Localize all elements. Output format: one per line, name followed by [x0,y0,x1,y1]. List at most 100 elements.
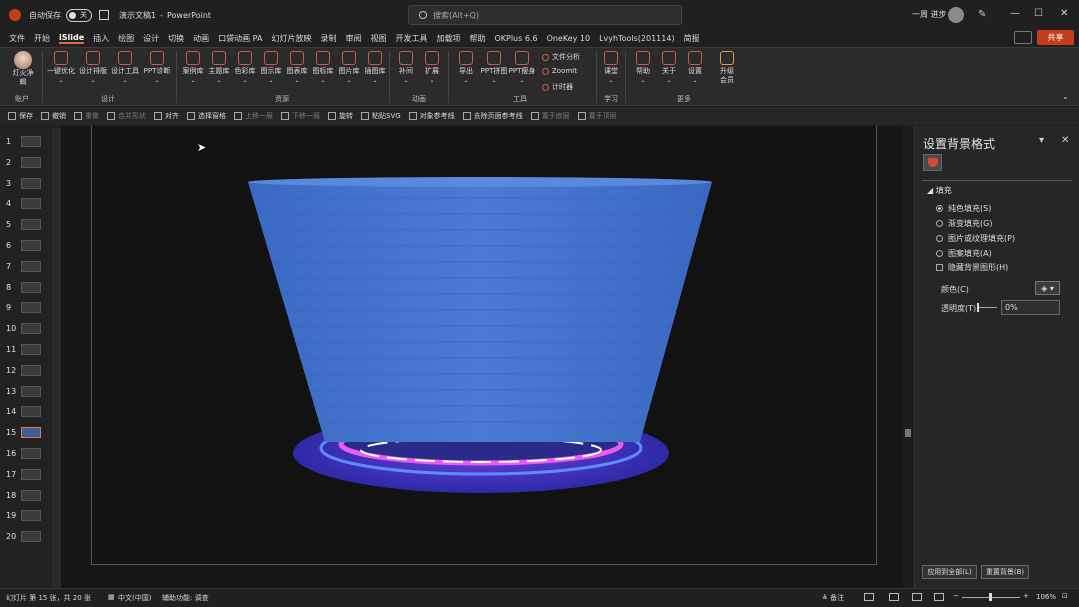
canvas-scrollbar[interactable] [903,126,913,588]
thumbnail-20[interactable]: 20 [0,529,52,547]
reading-view-icon[interactable] [912,593,922,601]
picture-fill-radio[interactable]: 图片或纹理填充(P) [936,233,1015,244]
notes-button[interactable]: ≜ 备注 [822,593,844,603]
slideshow-icon[interactable] [934,593,944,601]
menu-18[interactable]: LvyhTools(201114) [599,34,674,43]
thumbnail-image[interactable] [21,385,41,397]
settings-button[interactable]: 设置 ⌄ [680,51,710,85]
optimize-button[interactable]: 一键优化 ⌄ [46,51,76,85]
thumbnail-16[interactable]: 16 [0,446,52,464]
minimize-icon[interactable]: — [1010,8,1020,19]
layout-button[interactable]: 设计排版 ⌄ [78,51,108,85]
fit-slide-icon[interactable]: ⊡ [1062,592,1068,600]
thumbnail-image[interactable] [21,219,41,231]
extend-button[interactable]: 扩展 ⌄ [417,51,447,85]
zoom-level[interactable]: 106% [1036,593,1056,601]
thumbnail-image[interactable] [21,489,41,501]
thumbnail-image[interactable] [21,281,41,293]
menu-14[interactable]: 加载项 [436,33,460,44]
comment-icon[interactable] [1014,31,1032,44]
fill-section-header[interactable]: ◢ 填充 [927,185,952,196]
zoomit-button[interactable]: ZoomIt [542,67,577,75]
thumbnail-image[interactable] [21,510,41,522]
file-analysis-button[interactable]: 文件分析 [542,52,580,62]
thumbnail-11[interactable]: 11 [0,342,52,360]
color-picker-button[interactable]: ◈ ▾ [1035,281,1060,295]
thumbnail-5[interactable]: 5 [0,217,52,235]
thumbnail-image[interactable] [21,468,41,480]
autosave-toggle[interactable]: 关 [66,8,92,22]
thumbnail-image[interactable] [21,323,41,335]
reset-background-button[interactable]: 重置背景(B) [981,565,1029,579]
gradient-fill-radio[interactable]: 渐变填充(G) [936,218,992,229]
share-button[interactable]: 共享 [1037,30,1074,45]
thumbnail-14[interactable]: 14 [0,404,52,422]
upgrade-button[interactable]: 升级 会员 [712,51,742,85]
thumbnail-image[interactable] [21,177,41,189]
radio[interactable] [936,235,943,242]
thumbnail-image[interactable] [21,344,41,355]
qat-item-8[interactable]: 旋转 [328,111,353,121]
thumbnail-18[interactable]: 18 [0,488,52,506]
menu-5[interactable]: 设计 [143,33,159,44]
hide-background-checkbox[interactable]: 隐藏背景图形(H) [936,262,1008,273]
zoom-in-icon[interactable]: + [1023,592,1029,600]
qat-item-1[interactable]: 撤销 [41,111,66,121]
thumbnail-3[interactable]: 3 [0,176,52,194]
thumbnail-9[interactable]: 9 [0,300,52,318]
qat-item-4[interactable]: 对齐 [154,111,179,121]
timer-button[interactable]: 计时器 [542,82,573,92]
menu-8[interactable]: 口袋动画 PA [218,33,262,44]
thumbnail-8[interactable]: 8 [0,280,52,298]
thumbnail-2[interactable]: 2 [0,155,52,173]
ppt-puzzle-button[interactable]: PPT拼图 ⌄ [479,51,509,85]
qat-item-9[interactable]: 粘贴SVG [361,111,401,121]
zoom-thumb[interactable] [989,593,992,601]
thumbnail-image[interactable] [21,198,41,210]
close-icon[interactable]: ✕ [1060,8,1068,19]
pane-options-icon[interactable]: ▾ [1039,135,1044,146]
menu-13[interactable]: 开发工具 [395,33,427,44]
menu-1[interactable]: 开始 [34,33,50,44]
menu-9[interactable]: 幻灯片放映 [271,33,311,44]
radio-selected[interactable] [936,205,943,212]
thumbnail-image[interactable] [21,448,41,459]
radio[interactable] [936,250,943,257]
thumbnail-image[interactable] [21,302,41,314]
thumbnail-scrollbar[interactable] [52,128,61,588]
checkbox[interactable] [936,264,943,271]
menu-6[interactable]: 切换 [168,33,184,44]
thumbnail-image[interactable] [21,427,41,439]
thumbnail-17[interactable]: 17 [0,467,52,485]
design-tools-button[interactable]: 设计工具 ⌄ [110,51,140,85]
thumbnail-image[interactable] [21,364,41,376]
thumbnail-image[interactable] [21,531,41,543]
save-icon[interactable] [99,10,109,20]
ppt-diagnose-button[interactable]: PPT诊断 ⌄ [142,51,172,85]
menu-2[interactable]: iSlide [59,33,85,44]
thumbnail-12[interactable]: 12 [0,363,52,381]
thumbnail-image[interactable] [21,156,41,168]
menu-4[interactable]: 绘图 [118,33,134,44]
thumbnail-10[interactable]: 10 [0,321,52,339]
slide[interactable] [91,126,877,565]
qat-item-0[interactable]: 保存 [8,111,33,121]
menu-12[interactable]: 视图 [370,33,386,44]
account-button[interactable]: 灯火净 蝎 [8,51,38,87]
user-avatar[interactable] [948,7,964,23]
pen-icon[interactable]: ✎ [978,9,990,21]
qat-item-11[interactable]: 去除页面参考线 [462,111,523,121]
maximize-icon[interactable]: ☐ [1034,8,1043,19]
ribbon-collapse-icon[interactable]: ⌄ [1062,92,1069,101]
qat-item-10[interactable]: 对象参考线 [408,111,455,121]
export-button[interactable]: 导出 ⌄ [451,51,481,85]
ppt-slim-button[interactable]: PPT瘦身 ⌄ [507,51,537,85]
menu-15[interactable]: 帮助 [469,33,485,44]
menu-11[interactable]: 审阅 [345,33,361,44]
thumbnail-1[interactable]: 1 [0,134,52,152]
search-box[interactable]: 搜索(Alt+Q) [408,5,682,25]
thumbnail-7[interactable]: 7 [0,259,52,277]
menu-16[interactable]: OKPlus 6.6 [494,34,537,43]
qat-item-5[interactable]: 选择窗格 [187,111,226,121]
menu-7[interactable]: 动画 [193,33,209,44]
